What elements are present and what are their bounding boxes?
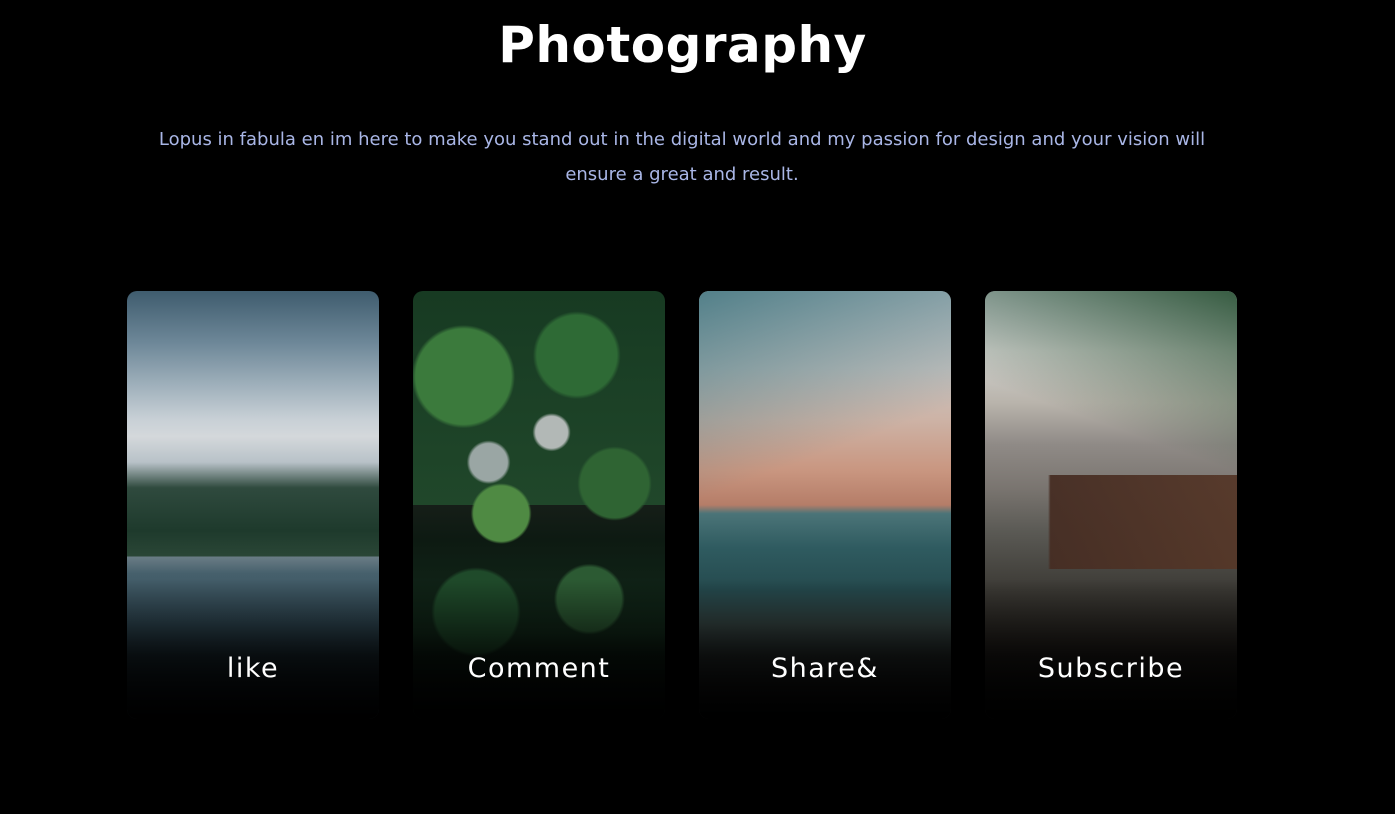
photo-card-grid: like Comment Share& Subscribe (127, 291, 1237, 719)
card-label: like (226, 653, 280, 684)
photo-card-share[interactable]: Share& (699, 291, 951, 719)
photo-card-comment[interactable]: Comment (413, 291, 665, 719)
photo-card-subscribe[interactable]: Subscribe (985, 291, 1237, 719)
photography-section: Photography Lopus in fabula en im here t… (0, 0, 1395, 814)
photo-card-like[interactable]: like (127, 291, 379, 719)
card-label: Share& (771, 653, 879, 684)
page-title: Photography (498, 16, 867, 74)
card-label: Subscribe (1037, 653, 1185, 684)
section-description: Lopus in fabula en im here to make you s… (158, 129, 1206, 185)
card-label: Comment (467, 653, 611, 684)
